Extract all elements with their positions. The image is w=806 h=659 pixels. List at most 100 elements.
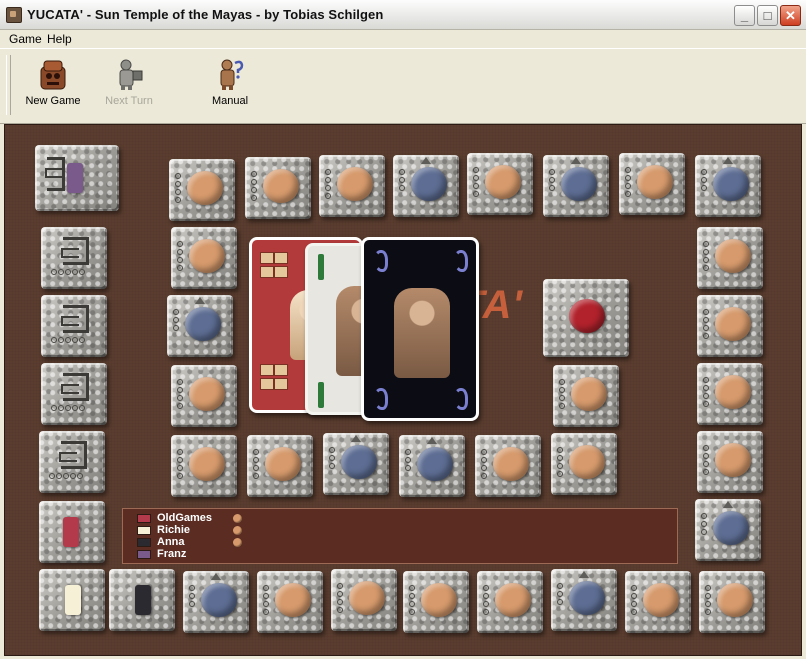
player-pawn-richie[interactable] [65, 585, 81, 615]
board-token[interactable] [275, 583, 311, 617]
board-space[interactable] [625, 571, 691, 633]
glyph-space[interactable] [41, 227, 107, 289]
board-space[interactable] [697, 295, 763, 357]
board-token[interactable] [713, 167, 749, 201]
board-token[interactable] [189, 377, 225, 411]
board-space[interactable] [553, 365, 619, 427]
board-token[interactable] [715, 239, 751, 273]
close-button[interactable]: ✕ [780, 5, 801, 26]
board-token[interactable] [571, 377, 607, 411]
maya-glyph-icon [61, 237, 89, 265]
board-space[interactable] [323, 433, 389, 495]
board-space[interactable] [319, 155, 385, 217]
player-pawn-anna[interactable] [135, 585, 151, 615]
board-token[interactable] [493, 447, 529, 481]
title-bar: YUCATA' - Sun Temple of the Mayas - by T… [0, 0, 806, 30]
player-pawn-franz[interactable] [67, 163, 83, 193]
board-token[interactable] [643, 583, 679, 617]
board-space[interactable] [393, 155, 459, 217]
board-token[interactable] [341, 445, 377, 479]
next-turn-label: Next Turn [105, 95, 153, 107]
board-space[interactable] [699, 571, 765, 633]
board-token[interactable] [713, 511, 749, 545]
board-token[interactable] [715, 375, 751, 409]
board-token[interactable] [637, 165, 673, 199]
board-token[interactable] [417, 447, 453, 481]
board-space[interactable] [697, 227, 763, 289]
app-icon [6, 7, 22, 23]
player-color-swatch [137, 538, 151, 547]
board-token[interactable] [411, 167, 447, 201]
board-token[interactable] [189, 239, 225, 273]
board-space[interactable] [167, 295, 233, 357]
board-space[interactable] [697, 431, 763, 493]
board-space[interactable] [551, 433, 617, 495]
next-turn-button[interactable]: Next Turn [96, 57, 162, 117]
manual-button[interactable]: Manual [197, 57, 263, 117]
board-token[interactable] [421, 583, 457, 617]
glyph-space[interactable] [41, 295, 107, 357]
board-token[interactable] [265, 447, 301, 481]
board-token[interactable] [485, 165, 521, 199]
board-token[interactable] [717, 583, 753, 617]
start-tile[interactable] [35, 145, 119, 211]
board-space[interactable] [171, 365, 237, 427]
board-token[interactable] [201, 583, 237, 617]
maximize-button[interactable]: □ [757, 5, 778, 26]
board-space[interactable] [183, 571, 249, 633]
new-game-label: New Game [25, 95, 81, 107]
board-space[interactable] [247, 435, 313, 497]
board-token[interactable] [187, 171, 223, 205]
game-board: TA' OldGames Richie Anna Franz [4, 124, 802, 656]
board-space[interactable] [695, 499, 761, 561]
board-token[interactable] [495, 583, 531, 617]
start-space[interactable] [109, 569, 175, 631]
menu-help[interactable]: Help [47, 32, 72, 46]
board-space[interactable] [543, 155, 609, 217]
glyph-space[interactable] [39, 501, 105, 563]
board-token[interactable] [337, 167, 373, 201]
board-space[interactable] [551, 569, 617, 631]
board-token[interactable] [263, 169, 299, 203]
board-space[interactable] [257, 571, 323, 633]
manual-label: Manual [211, 95, 249, 107]
toolbar-grip[interactable] [6, 55, 11, 115]
board-token[interactable] [715, 443, 751, 477]
board-space[interactable] [399, 435, 465, 497]
player-token-indicator [233, 514, 242, 523]
board-space[interactable] [697, 363, 763, 425]
board-token[interactable] [189, 447, 225, 481]
board-space[interactable] [403, 571, 469, 633]
board-token[interactable] [569, 445, 605, 479]
board-space[interactable] [169, 159, 235, 221]
window-title: YUCATA' - Sun Temple of the Mayas - by T… [27, 7, 384, 22]
board-token[interactable] [561, 167, 597, 201]
board-space[interactable] [477, 571, 543, 633]
minimize-button[interactable]: _ [734, 5, 755, 26]
board-token[interactable] [715, 307, 751, 341]
glyph-space[interactable] [41, 363, 107, 425]
board-space[interactable] [695, 155, 761, 217]
board-space[interactable] [171, 227, 237, 289]
board-space[interactable] [619, 153, 685, 215]
player-name: OldGames [157, 512, 213, 524]
menu-game[interactable]: Game [9, 32, 42, 46]
board-token[interactable] [569, 581, 605, 615]
board-token[interactable] [569, 299, 605, 333]
board-token[interactable] [185, 307, 221, 341]
start-space[interactable] [39, 569, 105, 631]
board-space[interactable] [467, 153, 533, 215]
player-pawn-oldgames[interactable] [63, 517, 79, 547]
new-game-button[interactable]: New Game [20, 57, 86, 117]
temple-space[interactable] [543, 279, 629, 357]
glyph-space[interactable] [39, 431, 105, 493]
maya-glyph-icon [59, 441, 87, 469]
board-token[interactable] [349, 581, 385, 615]
action-card-black[interactable] [361, 237, 479, 421]
board-space[interactable] [171, 435, 237, 497]
board-space[interactable] [245, 157, 311, 219]
maya-glyph-icon [61, 373, 89, 401]
maya-figure-icon [394, 288, 450, 378]
board-space[interactable] [475, 435, 541, 497]
board-space[interactable] [331, 569, 397, 631]
